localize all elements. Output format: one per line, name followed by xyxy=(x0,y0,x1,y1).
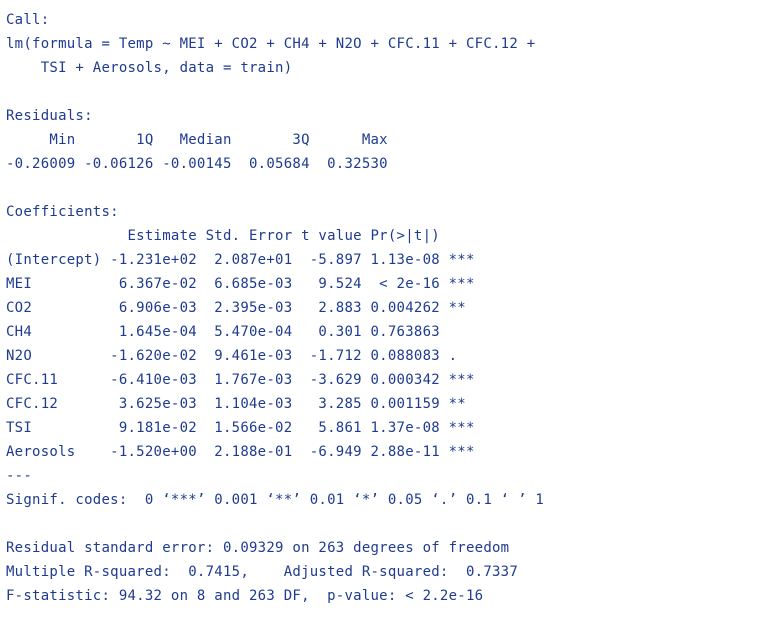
r-squared-line: Multiple R-squared: 0.7415, Adjusted R-s… xyxy=(6,564,527,580)
coefficients-header-row: Estimate Std. Error t value Pr(>|t|) xyxy=(6,228,475,244)
coefficients-heading: Coefficients: xyxy=(6,204,119,220)
residual-standard-error-line: Residual standard error: 0.09329 on 263 … xyxy=(6,540,510,556)
coefficient-row: (Intercept) -1.231e+02 2.087e+01 -5.897 … xyxy=(6,252,475,268)
call-formula-line-2: TSI + Aerosols, data = train) xyxy=(6,60,293,76)
coefficient-row: Aerosols -1.520e+00 2.188e-01 -6.949 2.8… xyxy=(6,444,475,460)
residuals-heading: Residuals: xyxy=(6,108,93,124)
console-output: Call: lm(formula = Temp ~ MEI + CO2 + CH… xyxy=(6,8,776,608)
f-statistic-line: F-statistic: 94.32 on 8 and 263 DF, p-va… xyxy=(6,588,484,604)
coefficient-row: N2O -1.620e-02 9.461e-03 -1.712 0.088083… xyxy=(6,348,475,364)
coefficient-row: TSI 9.181e-02 1.566e-02 5.861 1.37e-08 *… xyxy=(6,420,475,436)
residuals-values-row: -0.26009 -0.06126 -0.00145 0.05684 0.325… xyxy=(6,156,397,172)
coefficient-row: CFC.12 3.625e-03 1.104e-03 3.285 0.00115… xyxy=(6,396,475,412)
signif-codes-line: Signif. codes: 0 ‘***’ 0.001 ‘**’ 0.01 ‘… xyxy=(6,492,545,508)
coefficient-row: CO2 6.906e-03 2.395e-03 2.883 0.004262 *… xyxy=(6,300,475,316)
separator-line: --- xyxy=(6,468,33,484)
call-formula-line-1: lm(formula = Temp ~ MEI + CO2 + CH4 + N2… xyxy=(6,36,536,52)
call-heading: Call: xyxy=(6,12,50,28)
residuals-header-row: Min 1Q Median 3Q Max xyxy=(6,132,397,148)
coefficient-row: CFC.11 -6.410e-03 1.767e-03 -3.629 0.000… xyxy=(6,372,475,388)
coefficient-row: MEI 6.367e-02 6.685e-03 9.524 < 2e-16 **… xyxy=(6,276,475,292)
coefficient-row: CH4 1.645e-04 5.470e-04 0.301 0.763863 xyxy=(6,324,475,340)
